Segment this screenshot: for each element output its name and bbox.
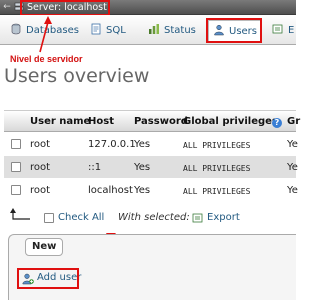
cell-password: Yes <box>134 185 151 196</box>
row-checkbox[interactable] <box>11 185 21 195</box>
export-link[interactable]: Export <box>207 212 240 223</box>
cell-password: Yes <box>134 139 151 150</box>
server-level-annotation: Nivel de servidor <box>10 54 83 64</box>
new-section-legend: New <box>25 238 64 256</box>
col-header-host[interactable]: Host <box>88 116 114 127</box>
cell-grant: Ye <box>287 162 298 173</box>
select-arrow-icon <box>10 208 30 220</box>
check-all-link[interactable]: Check All <box>58 212 104 223</box>
cell-grant: Ye <box>287 139 298 150</box>
cell-password: Yes <box>134 162 151 173</box>
col-header-global-privileges[interactable]: Global privileges <box>183 116 278 127</box>
cell-grant: Ye <box>287 185 298 196</box>
row-checkbox[interactable] <box>11 162 21 172</box>
col-header-password[interactable]: Password <box>134 116 188 127</box>
cell-username: root <box>30 185 51 196</box>
col-header-grant[interactable]: Gr <box>287 116 300 127</box>
row-checkbox[interactable] <box>11 139 21 149</box>
help-icon[interactable]: ? <box>272 118 282 128</box>
cell-privileges: ALL PRIVILEGES <box>183 187 251 196</box>
page-title: Users overview <box>4 65 150 87</box>
add-user-highlight <box>17 268 79 289</box>
cell-host: ::1 <box>88 162 102 173</box>
cell-host: localhost <box>88 185 133 196</box>
check-all-checkbox[interactable] <box>44 213 54 223</box>
cell-username: root <box>30 162 51 173</box>
export-icon <box>192 213 203 223</box>
col-header-username[interactable]: User name <box>30 116 90 127</box>
cell-username: root <box>30 139 51 150</box>
cell-privileges: ALL PRIVILEGES <box>183 164 251 173</box>
cell-host: 127.0.0.1 <box>88 139 136 150</box>
cell-privileges: ALL PRIVILEGES <box>183 141 251 150</box>
with-selected-label: With selected: <box>118 212 190 223</box>
